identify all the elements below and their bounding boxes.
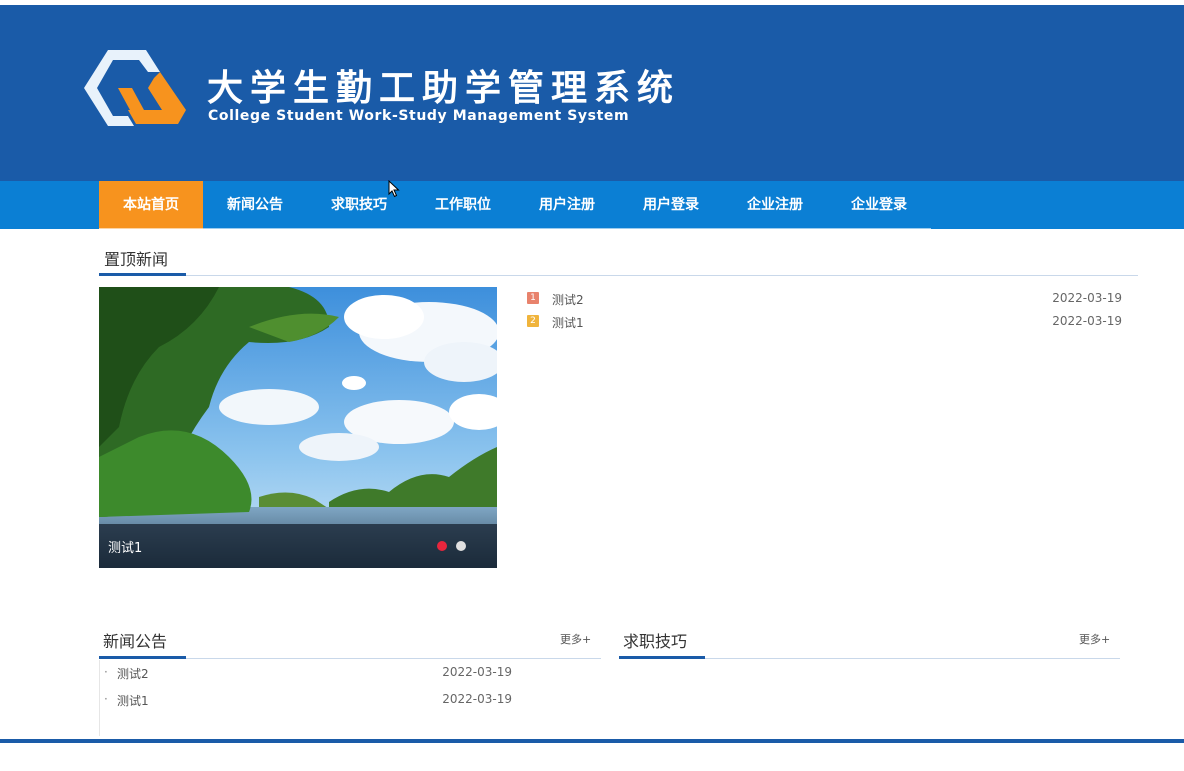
news-date: 2022-03-19 bbox=[442, 692, 512, 706]
top-news-divider bbox=[99, 275, 1138, 276]
news-date: 2022-03-19 bbox=[1052, 314, 1122, 328]
list-item[interactable]: · 测试2 2022-03-19 bbox=[104, 665, 512, 692]
top-news-heading-accent bbox=[99, 273, 186, 276]
nav-item-positions[interactable]: 工作职位 bbox=[411, 181, 515, 229]
news-title[interactable]: 测试1 bbox=[552, 314, 584, 331]
nav-item-company-login[interactable]: 企业登录 bbox=[827, 181, 931, 229]
nav-list: 本站首页 新闻公告 求职技巧 工作职位 用户注册 用户登录 企业注册 企业登录 bbox=[99, 181, 931, 229]
news-more-link[interactable]: 更多+ bbox=[560, 631, 591, 647]
rank-badge: 1 bbox=[527, 292, 539, 304]
slider-caption[interactable]: 测试1 bbox=[108, 537, 142, 556]
slider-dot-2[interactable] bbox=[456, 541, 466, 551]
site-subtitle: College Student Work-Study Management Sy… bbox=[208, 108, 630, 124]
list-bullet: · bbox=[104, 692, 108, 706]
news-heading-accent bbox=[99, 656, 186, 659]
nav-item-company-register[interactable]: 企业注册 bbox=[723, 181, 827, 229]
list-item[interactable]: 1 测试2 2022-03-19 bbox=[527, 291, 1122, 314]
list-item[interactable]: · 测试1 2022-03-19 bbox=[104, 692, 512, 719]
tips-more-link[interactable]: 更多+ bbox=[1079, 631, 1110, 647]
tips-heading-accent bbox=[619, 656, 705, 659]
news-left-border bbox=[99, 660, 100, 736]
nav-item-user-login[interactable]: 用户登录 bbox=[619, 181, 723, 229]
footer-bar bbox=[0, 739, 1184, 743]
top-news-list: 1 测试2 2022-03-19 2 测试1 2022-03-19 bbox=[527, 291, 1122, 337]
nav-item-news[interactable]: 新闻公告 bbox=[203, 181, 307, 229]
tips-heading: 求职技巧 bbox=[623, 632, 688, 651]
news-list: · 测试2 2022-03-19 · 测试1 2022-03-19 bbox=[104, 665, 512, 719]
main-nav: 本站首页 新闻公告 求职技巧 工作职位 用户注册 用户登录 企业注册 企业登录 bbox=[0, 181, 1184, 229]
top-news-heading: 置顶新闻 bbox=[104, 250, 169, 269]
news-title[interactable]: 测试2 bbox=[552, 291, 584, 308]
news-title[interactable]: 测试1 bbox=[117, 692, 149, 709]
news-heading: 新闻公告 bbox=[103, 632, 168, 651]
news-title[interactable]: 测试2 bbox=[117, 665, 149, 682]
list-item[interactable]: 2 测试1 2022-03-19 bbox=[527, 314, 1122, 337]
list-bullet: · bbox=[104, 665, 108, 679]
site-title: 大学生勤工助学管理系统 bbox=[207, 68, 681, 109]
news-date: 2022-03-19 bbox=[442, 665, 512, 679]
news-slider[interactable]: 测试1 bbox=[99, 287, 497, 568]
nav-underline bbox=[99, 228, 931, 230]
site-banner: 大学生勤工助学管理系统 College Student Work-Study M… bbox=[0, 5, 1184, 181]
slider-dot-1[interactable] bbox=[437, 541, 447, 551]
rank-badge: 2 bbox=[527, 315, 539, 327]
mouse-cursor-icon bbox=[388, 180, 400, 198]
news-date: 2022-03-19 bbox=[1052, 291, 1122, 305]
hexagon-logo-icon bbox=[84, 50, 186, 126]
nav-item-home[interactable]: 本站首页 bbox=[99, 181, 203, 229]
nav-item-user-register[interactable]: 用户注册 bbox=[515, 181, 619, 229]
slider-caption-bar: 测试1 bbox=[99, 524, 497, 568]
